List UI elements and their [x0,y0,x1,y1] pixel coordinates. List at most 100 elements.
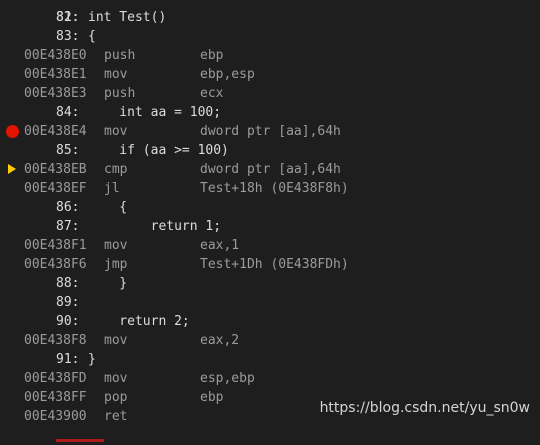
instruction-mnemonic: push [104,86,136,101]
asm-line[interactable]: 00E438F1 mov eax,1 [0,236,540,255]
asm-line[interactable]: 00E438F6 jmp Test+1Dh (0E438FDh) [0,255,540,274]
source-line[interactable]: 88: } [0,274,540,293]
instruction-mnemonic: pop [104,390,128,405]
instruction-mnemonic: jmp [104,257,128,272]
instruction-address: 00E438F6 [24,257,87,272]
instruction-mnemonic: mov [104,67,128,82]
asm-line[interactable]: 00E438E3 push ecx [0,84,540,103]
source-line[interactable]: 87: return 1; [0,217,540,236]
asm-line[interactable]: 00E438E1 mov ebp,esp [0,65,540,84]
instruction-operands: esp,ebp [200,371,255,386]
instruction-mnemonic: jl [104,181,120,196]
source-code-text: int aa = 100; [88,105,222,120]
source-line-number: 83: [56,29,80,44]
gutter[interactable] [0,103,20,122]
source-code-text: return 1; [88,219,222,234]
source-code-text: } [88,352,96,367]
source-line[interactable]: 91:} [0,350,540,369]
instruction-address: 00E438E1 [24,67,87,82]
instruction-operands: eax,1 [200,238,240,253]
instruction-address: 00E43900 [24,409,87,424]
gutter[interactable] [0,141,20,160]
instruction-operands: dword ptr [aa],64h [200,124,341,139]
asm-line[interactable]: 00E438EB cmp dword ptr [aa],64h [0,160,540,179]
source-line[interactable]: 90: return 2; [0,312,540,331]
instruction-mnemonic: ret [104,409,128,424]
gutter[interactable] [0,179,20,198]
disassembly-view[interactable]: 81: 82: int Test() 83: {00E438E0 push ebp 00E4… [0,0,540,445]
source-line-partial: 81: [0,0,540,25]
gutter[interactable] [0,350,20,369]
source-line[interactable]: 86: { [0,198,540,217]
gutter[interactable] [0,293,20,312]
source-code-text: int Test() [88,10,167,25]
instruction-address: 00E438EF [24,181,87,196]
gutter[interactable] [0,122,20,141]
source-line-number: 84: [56,105,80,120]
source-line-number: 82: [56,10,80,25]
instruction-mnemonic: cmp [104,162,128,177]
instruction-operands: ebp [200,390,224,405]
asm-line[interactable]: 00E438EF jl Test+18h (0E438F8h) [0,179,540,198]
source-line-number: 86: [56,200,80,215]
asm-line[interactable]: 00E438E0 push ebp [0,46,540,65]
gutter[interactable] [0,8,20,27]
source-line[interactable]: 89: [0,293,540,312]
gutter[interactable] [0,46,20,65]
source-code-text: if (aa >= 100) [88,143,229,158]
instruction-address: 00E438EB [24,162,87,177]
gutter[interactable] [0,388,20,407]
gutter[interactable] [0,407,20,426]
source-line-number: 87: [56,219,80,234]
instruction-mnemonic: mov [104,238,128,253]
gutter[interactable] [0,84,20,103]
gutter[interactable] [0,198,20,217]
watermark: https://blog.csdn.net/yu_sn0w [319,400,530,416]
source-line[interactable]: 83: { [0,27,540,46]
breakpoint-icon[interactable] [6,125,19,138]
source-code-text: } [88,276,128,291]
instruction-operands: Test+18h (0E438F8h) [200,181,349,196]
gutter[interactable] [0,274,20,293]
gutter[interactable] [0,160,20,179]
instruction-operands: ecx [200,86,224,101]
instruction-mnemonic: mov [104,124,128,139]
instruction-address: 00E438FD [24,371,87,386]
instruction-address: 00E438F8 [24,333,87,348]
instruction-address: 00E438E4 [24,124,87,139]
source-line[interactable]: 85: if (aa >= 100) [0,141,540,160]
instruction-mnemonic: push [104,48,136,63]
gutter[interactable] [0,217,20,236]
instruction-operands: ebp,esp [200,67,255,82]
gutter[interactable] [0,65,20,84]
instruction-address: 00E438E3 [24,86,87,101]
source-code-text: return 2; [88,314,190,329]
instruction-pointer-icon [8,164,16,174]
asm-line[interactable]: 00E438FD mov esp,ebp [0,369,540,388]
instruction-address: 00E438E0 [24,48,87,63]
instruction-address: 00E438FF [24,390,87,405]
source-code-text: { [88,29,96,44]
gutter[interactable] [0,236,20,255]
gutter[interactable] [0,312,20,331]
instruction-operands: eax,2 [200,333,240,348]
source-code-text: { [88,200,128,215]
source-line[interactable]: 82: int Test() [0,8,540,27]
asm-line[interactable]: 00E438F8 mov eax,2 [0,331,540,350]
source-line-number: 90: [56,314,80,329]
gutter[interactable] [0,27,20,46]
source-line-number: 88: [56,276,80,291]
source-line-number: 89: [56,295,80,310]
gutter[interactable] [0,331,20,350]
instruction-operands: Test+1Dh (0E438FDh) [200,257,349,272]
source-line-number: 91: [56,352,80,367]
source-line[interactable]: 84: int aa = 100; [0,103,540,122]
gutter[interactable] [0,255,20,274]
instruction-mnemonic: mov [104,333,128,348]
source-line-number: 85: [56,143,80,158]
instruction-mnemonic: mov [104,371,128,386]
gutter[interactable] [0,369,20,388]
asm-line[interactable]: 00E438E4 mov dword ptr [aa],64h [0,122,540,141]
instruction-operands: dword ptr [aa],64h [200,162,341,177]
instruction-address: 00E438F1 [24,238,87,253]
